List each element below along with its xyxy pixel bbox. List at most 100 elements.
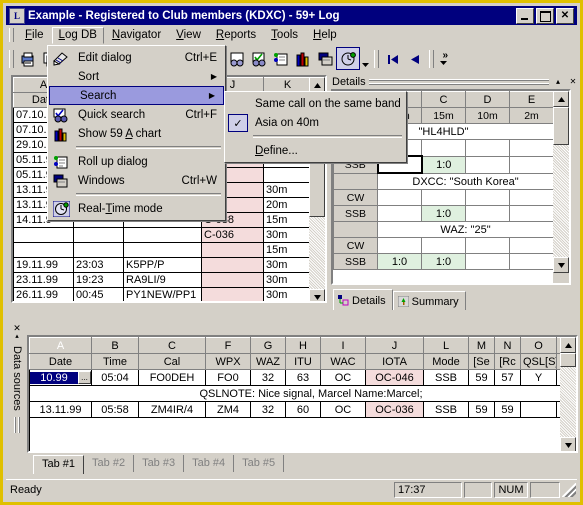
scroll-down-button[interactable] [553, 257, 569, 273]
data-sources-grid[interactable]: A B C F G H I J L M N O P Date Time Cal … [27, 335, 578, 453]
bottom-col-letter-m[interactable]: M [468, 337, 495, 354]
bottom-col-header-mode[interactable]: Mode [423, 353, 469, 370]
bottom-col-letter-o[interactable]: O [520, 337, 557, 354]
submenu-item-asia-40m[interactable]: ✓ Asia on 40m [225, 113, 406, 132]
menu-bar-grip[interactable] [9, 28, 14, 42]
toolbar-overflow-icon[interactable]: » [437, 49, 448, 69]
ellipsis-icon[interactable]: ... [78, 371, 91, 384]
tab-summary[interactable]: Summary [392, 291, 466, 310]
bottom-col-header-waz[interactable]: WAZ [250, 353, 286, 370]
scroll-thumb[interactable] [553, 107, 569, 145]
scroll-track-lower[interactable] [309, 217, 325, 289]
chart-icon[interactable] [292, 48, 314, 69]
table-row-empty[interactable] [29, 417, 576, 451]
menu-tools[interactable]: Tools [264, 27, 305, 43]
bottom-col-letter-i[interactable]: I [320, 337, 366, 354]
bottom-col-letter-b[interactable]: B [91, 337, 139, 354]
details-col-letter-d[interactable]: D [465, 91, 510, 108]
menu-item-quick-search[interactable]: Quick search Ctrl+F [48, 105, 225, 124]
minimize-button[interactable] [516, 7, 534, 24]
details-col-letter-c[interactable]: C [421, 91, 466, 108]
tab-5[interactable]: Tab #5 [234, 455, 285, 472]
toolbar-grip-5[interactable] [429, 49, 434, 68]
bottom-grid-vertical-scrollbar[interactable] [560, 337, 576, 451]
windows-icon[interactable] [314, 48, 336, 69]
menu-item-sort[interactable]: Sort ▶ [48, 67, 225, 86]
menu-log-db[interactable]: Log DB [51, 26, 104, 44]
submenu-item-same-call[interactable]: Same call on the same band [225, 94, 406, 113]
close-button[interactable]: ✕ [556, 7, 574, 24]
real-time-mode-icon[interactable] [336, 47, 360, 70]
toolbar-grip-1[interactable] [9, 49, 14, 68]
quick-search-icon[interactable] [248, 48, 270, 69]
first-record-icon[interactable] [382, 48, 404, 69]
bottom-col-letter-n[interactable]: N [494, 337, 521, 354]
bottom-col-header-wpx[interactable]: WPX [205, 353, 251, 370]
bottom-col-letter-a[interactable]: A [29, 337, 92, 354]
collapse-icon[interactable]: ▴ [552, 76, 564, 87]
table-row[interactable]: 26.11.99 00:45 PY1NEW/PP1 30m [13, 287, 312, 301]
print-preview-icon[interactable] [17, 48, 39, 69]
table-row[interactable]: 10.99 ... 05:04 FO0DEH FO0 32 63 OC OC-0… [29, 369, 576, 386]
bottom-col-header-rc[interactable]: [Rc [494, 353, 521, 370]
scroll-up-button[interactable] [553, 91, 569, 107]
previous-record-icon[interactable] [404, 48, 426, 69]
scroll-down-button[interactable] [309, 289, 325, 301]
menu-view[interactable]: View [169, 27, 208, 43]
close-icon[interactable]: ✕ [567, 76, 579, 87]
bottom-col-header-wac[interactable]: WAC [320, 353, 366, 370]
scroll-up-button[interactable] [560, 337, 576, 353]
bottom-col-letter-f[interactable]: F [205, 337, 251, 354]
bottom-col-letter-c[interactable]: C [138, 337, 206, 354]
bottom-col-header-qsls[interactable]: QSL[S] [520, 353, 557, 370]
bottom-col-letter-l[interactable]: L [423, 337, 469, 354]
bottom-col-header-itu[interactable]: ITU [285, 353, 321, 370]
bottom-col-header-date[interactable]: Date [29, 353, 92, 370]
bottom-col-letter-j[interactable]: J [365, 337, 424, 354]
scroll-track-lower[interactable] [553, 145, 569, 257]
search-binoculars-icon[interactable] [226, 48, 248, 69]
menu-file[interactable]: File [18, 27, 51, 43]
tab-4[interactable]: Tab #4 [184, 455, 235, 472]
scroll-down-button[interactable] [560, 437, 576, 451]
data-sources-pin-icon[interactable]: ▴ [15, 333, 19, 341]
menu-help[interactable]: Help [306, 27, 344, 43]
details-vertical-scrollbar[interactable] [553, 91, 569, 283]
data-sources-grip[interactable] [14, 416, 20, 433]
table-row[interactable]: C-036 30m [13, 227, 312, 243]
table-row[interactable]: 23.11.99 19:23 RA9LI/9 30m [13, 272, 312, 288]
submenu-item-define[interactable]: Define... [225, 141, 406, 160]
tab-details[interactable]: Details [333, 289, 393, 310]
logdb-dropdown-arrow-icon[interactable] [360, 49, 371, 69]
bottom-col-letter-h[interactable]: H [285, 337, 321, 354]
bottom-col-header-se[interactable]: [Se [468, 353, 495, 370]
table-row[interactable]: 15m [13, 242, 312, 258]
tab-2[interactable]: Tab #2 [84, 455, 135, 472]
menu-item-roll-up-dialog[interactable]: Roll up dialog [48, 152, 225, 171]
resize-grip[interactable] [562, 482, 576, 497]
toolbar-grip-4[interactable] [374, 49, 379, 68]
tab-3[interactable]: Tab #3 [134, 455, 185, 472]
scroll-thumb[interactable] [560, 353, 576, 367]
menu-item-real-time-mode[interactable]: Real-Time mode [48, 199, 225, 218]
table-row-note[interactable]: QSLNOTE: Nice signal, Marcel Name:Marcel… [29, 385, 576, 402]
menu-reports[interactable]: Reports [209, 27, 263, 43]
table-row[interactable]: 13.11.99 05:58 ZM4IR/4 ZM4 32 60 OC OC-0… [29, 401, 576, 418]
date-edit-cell[interactable]: 10.99 ... [29, 369, 92, 386]
date-edit-value[interactable]: 10.99 [30, 371, 78, 384]
menu-item-show-chart[interactable]: Show 59 A chart [48, 124, 225, 143]
maximize-button[interactable] [536, 7, 554, 24]
tab-1[interactable]: Tab #1 [33, 455, 85, 474]
menu-item-edit-dialog[interactable]: Edit dialog Ctrl+E [48, 48, 225, 67]
roll-up-dialog-icon[interactable] [270, 48, 292, 69]
bottom-col-header-iota[interactable]: IOTA [365, 353, 424, 370]
bottom-col-header-cal[interactable]: Cal [138, 353, 206, 370]
menu-navigator[interactable]: Navigator [105, 27, 168, 43]
menu-item-search[interactable]: Search ▶ [49, 86, 224, 105]
bottom-col-letter-g[interactable]: G [250, 337, 286, 354]
bottom-col-header-time[interactable]: Time [91, 353, 139, 370]
data-sources-close-icon[interactable]: ✕ [13, 323, 21, 333]
menu-item-windows[interactable]: Windows Ctrl+W [48, 171, 225, 190]
details-col-letter-e[interactable]: E [509, 91, 554, 108]
scroll-track-lower[interactable] [560, 367, 576, 437]
